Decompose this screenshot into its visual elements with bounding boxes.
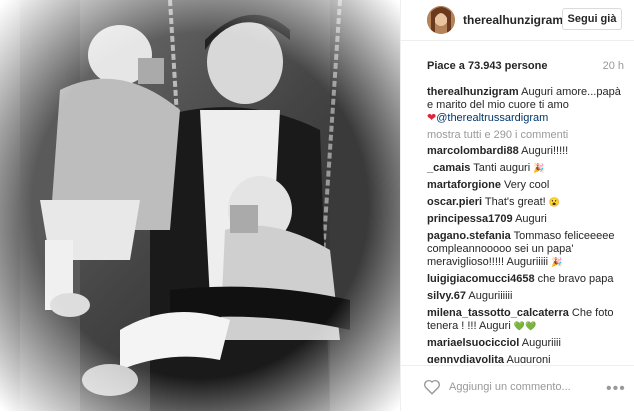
party-emoji-icon: 🎉 <box>551 257 563 267</box>
comments-list: marcolombardi88 Auguri!!!!! _camais Tant… <box>427 145 627 363</box>
heart-outline-icon[interactable] <box>423 378 441 396</box>
post-header: therealhunzigram Segui già <box>401 0 634 41</box>
comment-text: Auguri!!!!! <box>521 145 569 157</box>
post-caption: therealhunzigram Auguri amore...papà e m… <box>427 86 627 125</box>
add-comment-bar: Aggiungi un commento... ••• <box>401 365 634 412</box>
post-time: 20 h <box>602 60 624 72</box>
comment-user[interactable]: _camais <box>427 162 470 174</box>
view-all-comments-link[interactable]: mostra tutti e 290 i commenti <box>427 129 568 141</box>
comment-item: mariaelsuocicciol Auguriiii <box>427 337 627 350</box>
comment-text: Auguroni <box>506 354 551 363</box>
comment-item: martaforgione Very cool <box>427 179 627 192</box>
comment-item: milena_tassotto_calcaterra Che foto tene… <box>427 307 627 333</box>
comment-user[interactable]: silvy.67 <box>427 290 466 302</box>
header-username[interactable]: therealhunzigram <box>463 13 563 27</box>
likes-row: Piace a 73.943 persone 20 h <box>427 60 624 72</box>
comment-item: silvy.67 Auguriiiiii <box>427 290 627 303</box>
comment-text: Auguriiii <box>521 337 561 349</box>
comment-user[interactable]: principessa1709 <box>427 213 513 225</box>
comment-text: Tanti auguri <box>473 162 531 174</box>
smile-emoji-icon: 😮 <box>548 197 560 207</box>
comment-user[interactable]: pagano.stefania <box>427 230 511 242</box>
follow-button[interactable]: Segui già <box>562 8 622 30</box>
post-side-panel: therealhunzigram Segui già Piace a 73.94… <box>400 0 634 411</box>
party-emoji-icon: 🎉 <box>533 163 545 173</box>
more-dots-icon[interactable]: ••• <box>606 380 626 398</box>
comment-user[interactable]: luigigiacomucci4658 <box>427 273 535 285</box>
comment-item: luigigiacomucci4658 che bravo papa <box>427 273 627 286</box>
comment-user[interactable]: mariaelsuocicciol <box>427 337 519 349</box>
comment-user[interactable]: marcolombardi88 <box>427 145 519 157</box>
comment-text: Auguriiiiii <box>468 290 513 302</box>
comment-text: Very cool <box>504 179 550 191</box>
likes-count[interactable]: Piace a 73.943 persone <box>427 60 547 72</box>
comment-item: principessa1709 Auguri <box>427 213 627 226</box>
caption-username[interactable]: therealhunzigram <box>427 86 519 98</box>
comment-user[interactable]: milena_tassotto_calcaterra <box>427 307 569 319</box>
caption-mention[interactable]: @therealtrussardigram <box>436 112 548 124</box>
comment-item: pagano.stefania Tommaso feliceeeee compl… <box>427 230 627 269</box>
comment-item: marcolombardi88 Auguri!!!!! <box>427 145 627 158</box>
comment-text: Auguri <box>515 213 547 225</box>
comment-text: That's great! <box>484 196 546 208</box>
comment-user[interactable]: oscar.pieri <box>427 196 482 208</box>
comment-item: _camais Tanti auguri 🎉 <box>427 162 627 175</box>
family-swing-photo <box>0 0 400 411</box>
comment-user[interactable]: martaforgione <box>427 179 501 191</box>
red-heart-icon: ❤ <box>427 112 437 124</box>
green-heart-emoji-icon: 💚💚 <box>513 321 537 331</box>
add-comment-input[interactable]: Aggiungi un commento... <box>449 381 571 393</box>
avatar[interactable] <box>427 6 455 34</box>
comment-text: che bravo papa <box>537 273 614 285</box>
comment-item: gennydiavolita Auguroni <box>427 354 627 363</box>
post-photo[interactable] <box>0 0 400 411</box>
comment-item: oscar.pieri That's great! 😮 <box>427 196 627 209</box>
comment-user[interactable]: gennydiavolita <box>427 354 504 363</box>
